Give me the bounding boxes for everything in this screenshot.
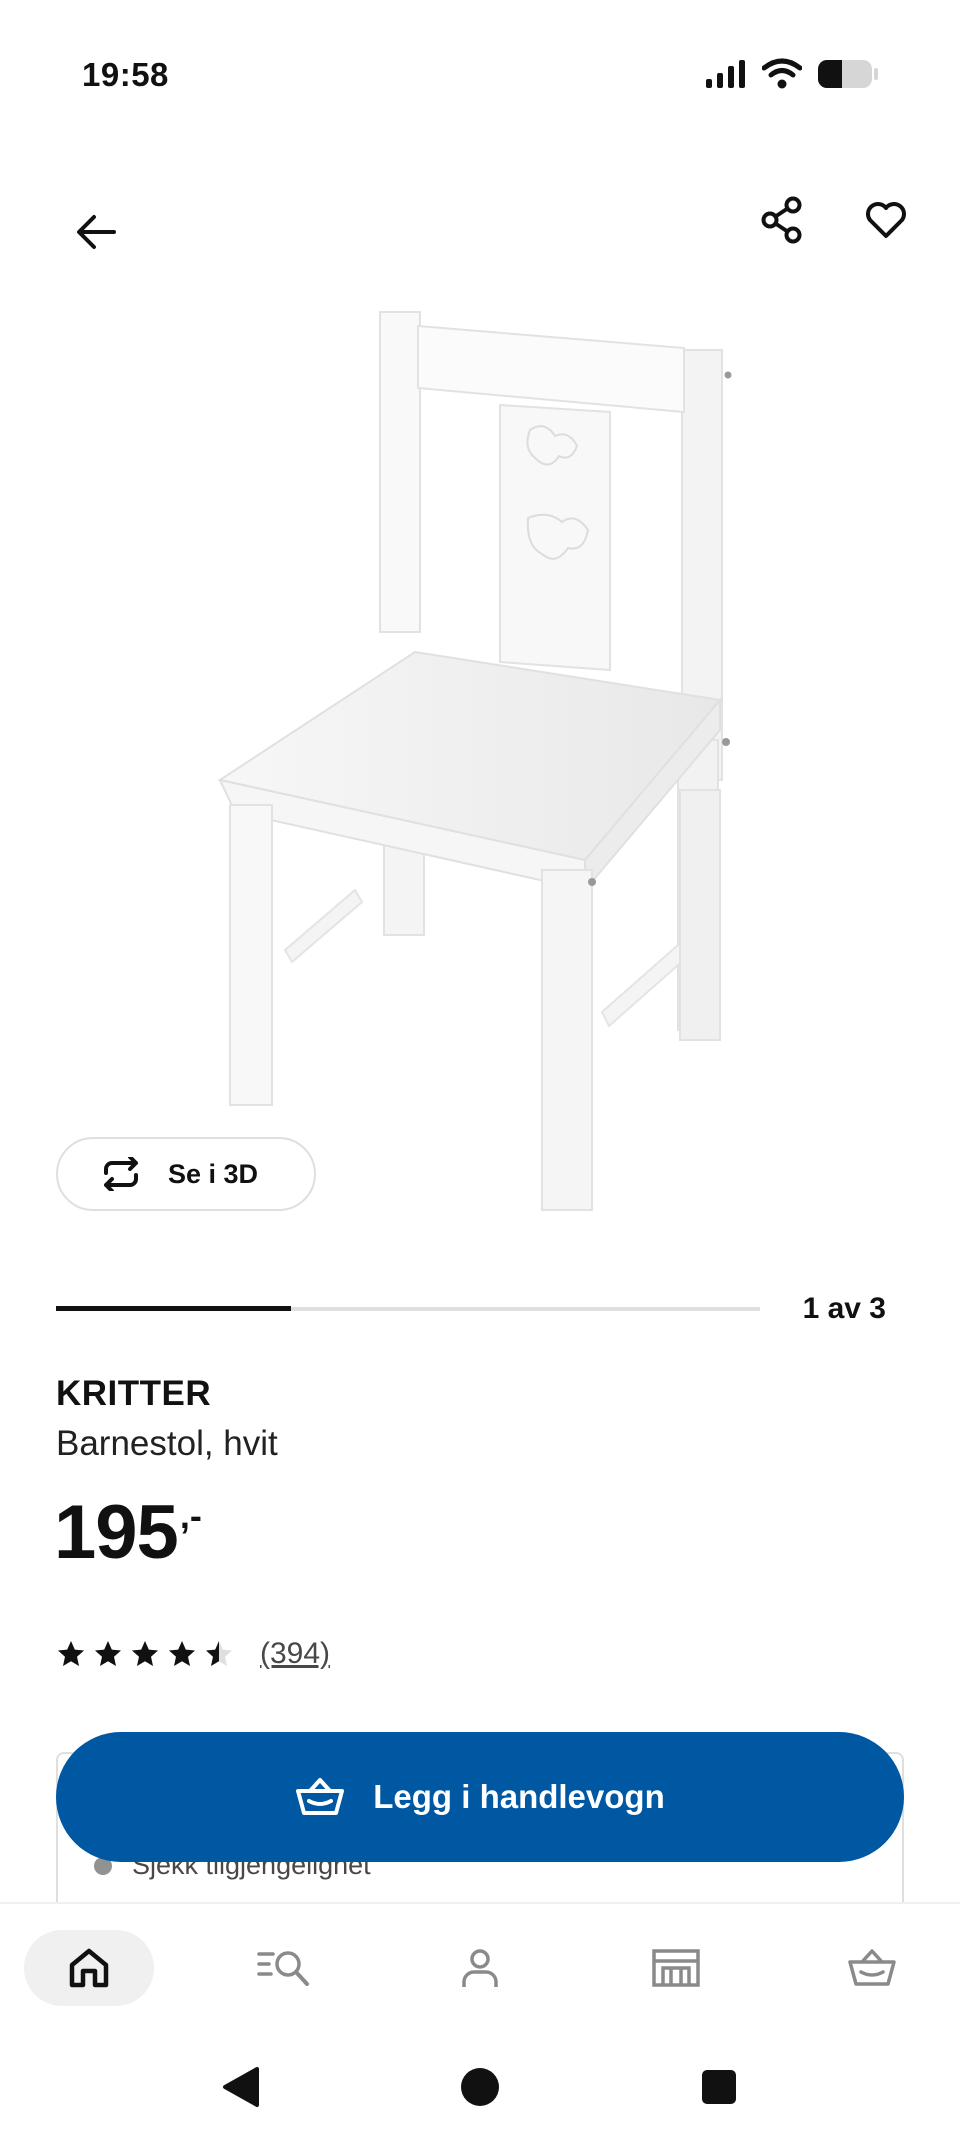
wifi-icon: [762, 58, 802, 89]
review-count[interactable]: (394): [260, 1637, 330, 1671]
bottom-nav: [0, 1902, 960, 2032]
system-recents-button[interactable]: [694, 2062, 744, 2112]
chair-illustration: [217, 311, 732, 1211]
nav-stores[interactable]: [628, 1930, 724, 2006]
star-icon: [58, 1641, 84, 1666]
nav-search[interactable]: [236, 1930, 332, 2006]
system-home-button[interactable]: [455, 2062, 505, 2112]
system-nav-bar: [0, 2032, 960, 2142]
profile-icon: [462, 1949, 498, 1987]
basket-icon: [296, 1778, 345, 1815]
share-button[interactable]: [752, 190, 812, 250]
product-description: Barnestol, hvit: [56, 1424, 278, 1463]
price-suffix: ,-: [179, 1495, 202, 1536]
view-3d-button[interactable]: Se i 3D: [56, 1137, 316, 1211]
battery-icon: [818, 60, 878, 88]
gallery-progress-track: [56, 1306, 760, 1311]
product-price: 195 ,-: [54, 1488, 202, 1578]
add-to-cart-button[interactable]: Legg i handlevogn: [56, 1732, 904, 1862]
store-icon: [652, 1949, 700, 1987]
heart-icon: [866, 202, 906, 238]
signal-icon: [706, 60, 745, 88]
back-arrow-icon: [77, 215, 116, 249]
status-time: 19:58: [82, 56, 169, 93]
status-bar: 19:58: [0, 0, 960, 150]
star-icon: [206, 1641, 232, 1666]
star-icon: [95, 1641, 121, 1666]
cart-icon: [848, 1949, 896, 1986]
share-icon: [761, 196, 802, 244]
favourite-button[interactable]: [856, 190, 916, 250]
view-3d-label: Se i 3D: [168, 1158, 259, 1189]
nav-cart[interactable]: [824, 1930, 920, 2006]
product-name: KRITTER: [56, 1374, 212, 1413]
triangle-back-icon: [223, 2067, 259, 2107]
product-image[interactable]: [150, 290, 770, 1250]
gallery-page-indicator: 1 av 3: [802, 1292, 886, 1325]
circle-home-icon: [461, 2068, 499, 2106]
star-icon: [169, 1641, 195, 1666]
system-back-button[interactable]: [216, 2062, 266, 2112]
back-button[interactable]: [62, 198, 130, 266]
nav-profile[interactable]: [432, 1930, 528, 2006]
rating-stars: [56, 1639, 234, 1669]
rotate-3d-icon: [104, 1157, 138, 1191]
nav-home[interactable]: [24, 1930, 154, 2006]
product-rating[interactable]: (394): [56, 1637, 330, 1671]
gallery-progress-fill: [56, 1306, 291, 1311]
top-bar: [0, 180, 960, 270]
star-icon: [132, 1641, 158, 1666]
search-list-icon: [257, 1951, 309, 1986]
add-to-cart-label: Legg i handlevogn: [373, 1778, 665, 1815]
square-recents-icon: [702, 2070, 736, 2104]
price-main: 195: [54, 1490, 179, 1575]
home-icon: [69, 1948, 109, 1988]
status-icons: [704, 58, 880, 90]
